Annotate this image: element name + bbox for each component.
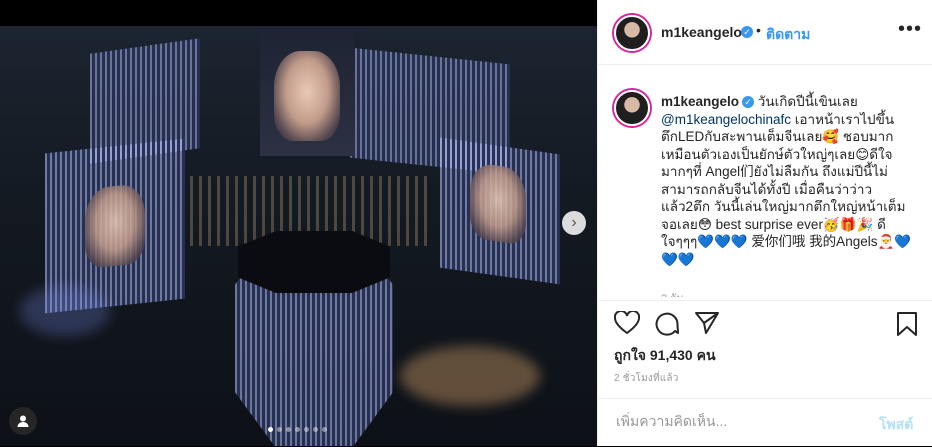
action-bar — [598, 300, 932, 351]
comment-box: โพสต์ — [598, 398, 932, 447]
post-image[interactable] — [0, 26, 597, 446]
carousel-dot — [295, 427, 300, 432]
carousel-dot — [277, 427, 282, 432]
mention-link[interactable]: @m1keangelochinafc — [661, 112, 791, 127]
building-mid-right — [440, 137, 560, 285]
more-options-icon[interactable]: ••• — [898, 18, 922, 41]
carousel-dot — [286, 427, 291, 432]
carousel-dot — [268, 427, 273, 432]
carousel-dot — [304, 427, 309, 432]
bookmark-icon[interactable] — [896, 311, 918, 342]
header-username[interactable]: m1keangelo — [661, 24, 742, 40]
building-top-center — [260, 26, 355, 156]
post-comment-button[interactable]: โพสต์ — [879, 414, 913, 436]
follow-button[interactable]: ติดตาม — [766, 24, 810, 46]
carousel-dots — [268, 427, 327, 432]
heart-icon[interactable] — [613, 309, 641, 340]
ground-light — [20, 286, 110, 336]
comment-icon[interactable] — [654, 311, 680, 342]
avatar[interactable] — [614, 15, 650, 51]
caption-time[interactable]: 2 วัน — [661, 289, 684, 297]
caption-text-part: เอาหน้าเราไปขึ้นตึกLEDกับสะพานเต็มจีนเลย… — [661, 111, 912, 267]
likes-count[interactable]: ถูกใจ 91,430 คน — [614, 345, 716, 367]
caption-avatar[interactable] — [614, 90, 650, 126]
share-icon[interactable] — [694, 311, 720, 340]
caption-text: m1keangelo ✓ วันเกิดปีนี้เขินเลย @m1keang… — [661, 93, 916, 268]
verified-badge-icon: ✓ — [741, 26, 753, 38]
caption-text-part: วันเกิดปีนี้เขินเลย — [754, 94, 858, 109]
user-tag-icon[interactable] — [9, 407, 37, 435]
post-header: m1keangelo ✓ • ติดตาม ••• — [598, 0, 932, 65]
carousel-dot — [313, 427, 318, 432]
caption-username[interactable]: m1keangelo — [661, 94, 739, 109]
chevron-right-icon: › — [571, 214, 577, 231]
post-details-panel: m1keangelo ✓ • ติดตาม ••• m1keangelo ✓ วั… — [597, 0, 932, 446]
post-timestamp[interactable]: 2 ชั่วโมงที่แล้ว — [614, 371, 679, 386]
ground-light — [400, 346, 540, 406]
separator-dot: • — [756, 22, 761, 38]
carousel-dot — [322, 427, 327, 432]
building-foreground-roof — [238, 231, 390, 293]
comment-input[interactable] — [614, 412, 868, 430]
verified-badge-icon: ✓ — [742, 96, 755, 109]
next-slide-button[interactable]: › — [562, 211, 586, 235]
